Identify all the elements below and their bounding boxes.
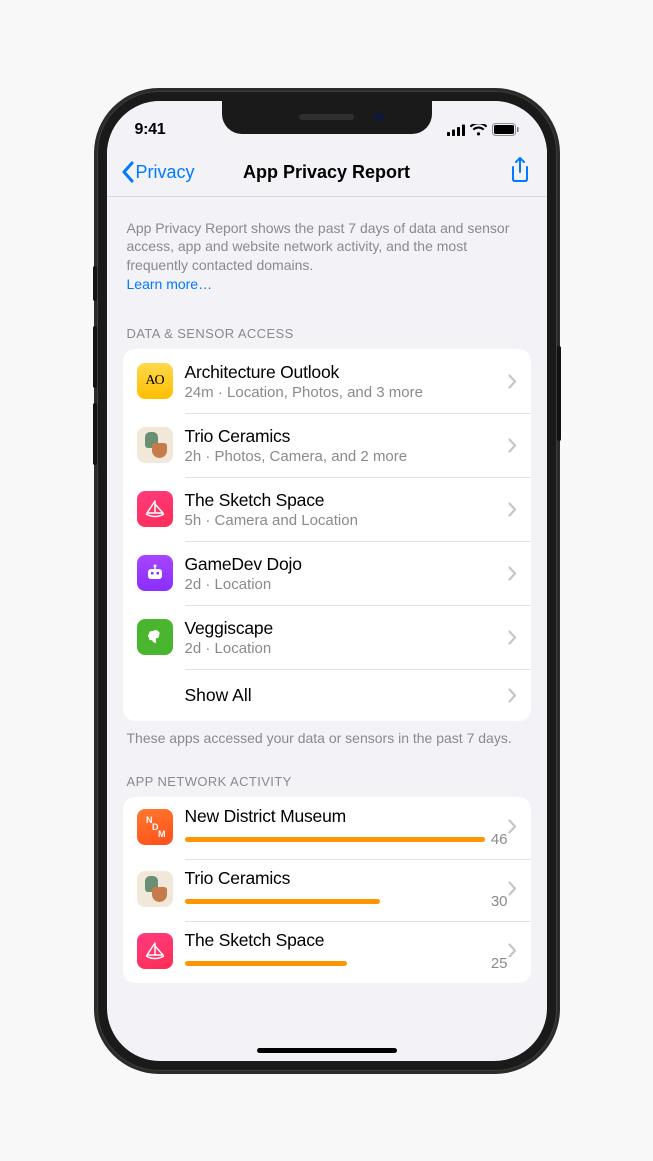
app-subtitle: 24m · Location, Photos, and 3 more — [185, 384, 508, 401]
side-button — [93, 266, 97, 301]
svg-text:M: M — [158, 829, 166, 839]
chevron-right-icon — [508, 374, 517, 389]
row-body: Architecture Outlook 24m · Location, Pho… — [185, 362, 508, 401]
app-name: GameDev Dojo — [185, 554, 508, 575]
row-body: The Sketch Space 5h · Camera and Locatio… — [185, 490, 508, 529]
boat-icon — [144, 940, 166, 962]
section-header-network: APP NETWORK ACTIVITY — [123, 752, 531, 797]
broccoli-icon — [144, 626, 166, 648]
app-row[interactable]: Trio Ceramics 2h · Photos, Camera, and 2… — [123, 413, 531, 477]
home-indicator[interactable] — [257, 1048, 397, 1053]
status-time: 9:41 — [135, 121, 166, 139]
app-icon-gamedev-dojo — [137, 555, 173, 591]
app-subtitle: 2h · Photos, Camera, and 2 more — [185, 448, 508, 465]
section-header-data-sensor: DATA & SENSOR ACCESS — [123, 304, 531, 349]
row-body: New District Museum 46 — [185, 806, 508, 848]
wifi-icon — [470, 124, 487, 136]
app-name: The Sketch Space — [185, 930, 508, 951]
app-name: Trio Ceramics — [185, 426, 508, 447]
network-activity-card: NDM New District Museum 46 Trio Cera — [123, 797, 531, 983]
intro-text: App Privacy Report shows the past 7 days… — [127, 220, 510, 274]
network-row[interactable]: The Sketch Space 25 — [123, 921, 531, 983]
app-row[interactable]: AO Architecture Outlook 24m · Location, … — [123, 349, 531, 413]
share-icon — [509, 157, 531, 183]
robot-icon — [144, 562, 166, 584]
activity-value: 46 — [491, 831, 508, 848]
data-sensor-card: AO Architecture Outlook 24m · Location, … — [123, 349, 531, 721]
app-subtitle: 2d · Location — [185, 640, 508, 657]
content-scroll[interactable]: App Privacy Report shows the past 7 days… — [107, 197, 547, 1061]
app-icon-sketch-space — [137, 933, 173, 969]
nav-bar: Privacy App Privacy Report — [107, 149, 547, 197]
app-name: New District Museum — [185, 806, 508, 827]
volume-up-button — [93, 326, 97, 388]
network-row[interactable]: NDM New District Museum 46 — [123, 797, 531, 859]
share-button[interactable] — [509, 157, 531, 188]
row-body: Trio Ceramics 30 — [185, 868, 508, 910]
activity-bar: 30 — [185, 893, 508, 910]
app-icon-veggiscape — [137, 619, 173, 655]
app-row[interactable]: GameDev Dojo 2d · Location — [123, 541, 531, 605]
volume-down-button — [93, 403, 97, 465]
battery-icon — [492, 123, 519, 136]
app-icon-architecture-outlook: AO — [137, 363, 173, 399]
status-icons — [447, 123, 519, 136]
section-footer-data-sensor: These apps accessed your data or sensors… — [123, 721, 531, 752]
app-subtitle: 2d · Location — [185, 576, 508, 593]
chevron-right-icon — [508, 502, 517, 517]
app-row[interactable]: Veggiscape 2d · Location — [123, 605, 531, 669]
app-name: Architecture Outlook — [185, 362, 508, 383]
chevron-right-icon — [508, 819, 517, 834]
power-button — [557, 346, 561, 441]
activity-bar: 46 — [185, 831, 508, 848]
app-name: Trio Ceramics — [185, 868, 508, 889]
app-icon-sketch-space — [137, 491, 173, 527]
boat-icon — [144, 498, 166, 520]
activity-value: 25 — [491, 955, 508, 972]
chevron-right-icon — [508, 566, 517, 581]
chevron-left-icon — [121, 161, 135, 183]
back-button[interactable]: Privacy — [121, 161, 195, 183]
intro-block: App Privacy Report shows the past 7 days… — [123, 197, 531, 305]
cellular-icon — [447, 124, 465, 136]
app-name: The Sketch Space — [185, 490, 508, 511]
app-subtitle: 5h · Camera and Location — [185, 512, 508, 529]
show-all-label: Show All — [137, 685, 508, 706]
row-body: GameDev Dojo 2d · Location — [185, 554, 508, 593]
app-icon-new-district-museum: NDM — [137, 809, 173, 845]
screen: 9:41 Privacy App Privacy Report App Priv… — [107, 101, 547, 1061]
speaker — [299, 114, 354, 120]
notch — [222, 101, 432, 134]
ndm-icon: NDM — [140, 812, 170, 842]
app-icon-trio-ceramics — [137, 871, 173, 907]
phone-frame: 9:41 Privacy App Privacy Report App Priv… — [97, 91, 557, 1071]
back-label: Privacy — [136, 162, 195, 183]
chevron-right-icon — [508, 688, 517, 703]
network-row[interactable]: Trio Ceramics 30 — [123, 859, 531, 921]
activity-value: 30 — [491, 893, 508, 910]
app-row[interactable]: The Sketch Space 5h · Camera and Locatio… — [123, 477, 531, 541]
chevron-right-icon — [508, 943, 517, 958]
row-body: The Sketch Space 25 — [185, 930, 508, 972]
chevron-right-icon — [508, 438, 517, 453]
chevron-right-icon — [508, 630, 517, 645]
row-body: Veggiscape 2d · Location — [185, 618, 508, 657]
activity-bar: 25 — [185, 955, 508, 972]
app-icon-trio-ceramics — [137, 427, 173, 463]
row-body: Trio Ceramics 2h · Photos, Camera, and 2… — [185, 426, 508, 465]
front-camera — [374, 112, 384, 122]
app-name: Veggiscape — [185, 618, 508, 639]
learn-more-link[interactable]: Learn more… — [127, 276, 213, 292]
show-all-row[interactable]: Show All — [123, 669, 531, 721]
chevron-right-icon — [508, 881, 517, 896]
